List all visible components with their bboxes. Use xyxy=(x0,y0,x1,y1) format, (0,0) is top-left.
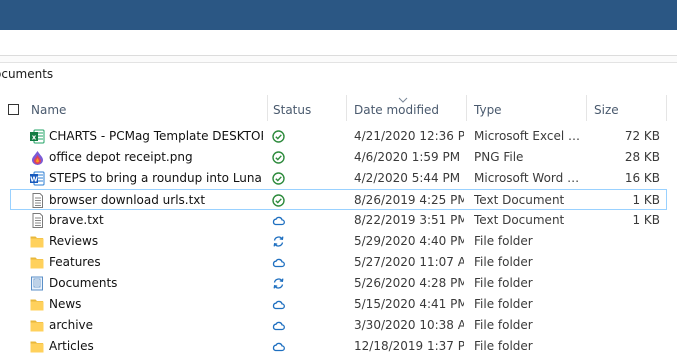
file-type: File folder xyxy=(474,276,533,290)
file-type: File folder xyxy=(474,234,533,248)
select-all-checkbox[interactable] xyxy=(8,104,19,115)
file-size xyxy=(590,294,660,315)
file-row[interactable]: brave.txt 8/22/2019 3:51 PM Text Document 1… xyxy=(0,210,677,231)
file-row[interactable]: archive 3/30/2020 10:38 AM File folder xyxy=(0,315,677,336)
file-row[interactable]: office depot receipt.png 4/6/2020 1:59 PM… xyxy=(0,147,677,168)
file-row[interactable]: News 5/15/2020 4:41 PM File folder xyxy=(0,294,677,315)
file-row[interactable]: x CHARTS - PCMag Template DESKTOPS... 4/21… xyxy=(0,126,677,147)
column-header-date-modified[interactable]: Date modified xyxy=(354,100,439,120)
file-type: File folder xyxy=(474,297,533,311)
text-file-icon xyxy=(30,213,45,228)
folder-icon xyxy=(30,318,45,333)
synced-check-icon xyxy=(272,151,285,164)
folder-icon xyxy=(30,234,45,249)
file-size: 1 KB xyxy=(632,193,660,207)
file-row[interactable]: Features 5/27/2020 11:07 AM File folder xyxy=(0,252,677,273)
folder-icon xyxy=(30,339,45,354)
cloud-only-icon xyxy=(272,319,285,332)
file-type: Text Document xyxy=(474,213,565,227)
column-divider[interactable] xyxy=(466,95,467,121)
date-modified: 8/26/2019 4:25 PM xyxy=(354,193,464,207)
file-type: Text Document xyxy=(474,193,565,207)
file-row[interactable]: W STEPS to bring a roundup into Luna.d...… xyxy=(0,168,677,189)
file-name[interactable]: archive xyxy=(49,315,263,336)
file-size: 72 KB xyxy=(624,129,660,143)
date-modified: 4/6/2020 1:59 PM xyxy=(354,150,461,164)
file-type: Microsoft Word D... xyxy=(474,171,586,185)
file-name[interactable]: CHARTS - PCMag Template DESKTOPS... xyxy=(49,126,263,147)
file-type: File folder xyxy=(474,255,533,269)
cloud-only-icon xyxy=(272,256,285,269)
address-bar-strip xyxy=(0,56,677,63)
file-type: File folder xyxy=(474,339,533,353)
text-file-icon xyxy=(30,193,45,208)
file-size xyxy=(590,231,660,252)
column-header-size[interactable]: Size xyxy=(594,100,619,120)
word-icon: W xyxy=(30,171,45,186)
file-name[interactable]: office depot receipt.png xyxy=(49,147,263,168)
file-name[interactable]: brave.txt xyxy=(49,210,263,231)
folder-icon xyxy=(30,297,45,312)
file-size xyxy=(590,252,660,273)
column-header-type[interactable]: Type xyxy=(474,100,502,120)
column-header-row: Name Status Date modified Type Size xyxy=(0,95,677,121)
excel-icon: x xyxy=(30,129,45,144)
file-type: PNG File xyxy=(474,150,524,164)
svg-text:W: W xyxy=(30,176,38,184)
folder-icon xyxy=(30,255,45,270)
file-size xyxy=(590,273,660,294)
column-divider[interactable] xyxy=(267,95,268,121)
breadcrumb[interactable]: ocuments xyxy=(0,65,294,83)
svg-text:x: x xyxy=(32,134,37,142)
image-icon xyxy=(30,150,45,165)
date-modified: 3/30/2020 10:38 AM xyxy=(354,318,464,332)
file-size: 16 KB xyxy=(624,171,660,185)
synced-check-icon xyxy=(272,172,285,185)
date-modified: 4/21/2020 12:36 PM xyxy=(354,129,464,143)
file-name[interactable]: Features xyxy=(49,252,263,273)
file-size: 28 KB xyxy=(624,150,660,164)
date-modified: 8/22/2019 3:51 PM xyxy=(354,213,464,227)
date-modified: 5/27/2020 11:07 AM xyxy=(354,255,464,269)
file-name[interactable]: browser download urls.txt xyxy=(49,190,263,211)
column-divider[interactable] xyxy=(666,95,667,121)
file-name[interactable]: News xyxy=(49,294,263,315)
column-header-status[interactable]: Status xyxy=(273,100,311,120)
file-row[interactable]: browser download urls.txt 8/26/2019 4:25 … xyxy=(10,189,667,210)
sync-pending-icon xyxy=(272,277,285,290)
cloud-only-icon xyxy=(272,214,285,227)
file-type: File folder xyxy=(474,318,533,332)
synced-check-icon xyxy=(272,194,285,207)
file-row[interactable]: Documents 5/26/2020 4:28 PM File folder xyxy=(0,273,677,294)
file-size xyxy=(590,315,660,336)
cloud-only-icon xyxy=(272,340,285,353)
file-type: Microsoft Excel W... xyxy=(474,129,586,143)
cloud-only-icon xyxy=(272,298,285,311)
date-modified: 5/29/2020 4:40 PM xyxy=(354,234,464,248)
file-name[interactable]: STEPS to bring a roundup into Luna.d... xyxy=(49,168,263,189)
documents-folder-icon xyxy=(30,276,45,291)
synced-check-icon xyxy=(272,130,285,143)
file-name[interactable]: Reviews xyxy=(49,231,263,252)
date-modified: 4/2/2020 5:44 PM xyxy=(354,171,461,185)
column-header-name[interactable]: Name xyxy=(31,100,66,120)
file-size: 1 KB xyxy=(632,213,660,227)
date-modified: 5/15/2020 4:41 PM xyxy=(354,297,464,311)
column-divider[interactable] xyxy=(586,95,587,121)
file-name[interactable]: Articles xyxy=(49,336,263,357)
file-row[interactable]: Reviews 5/29/2020 4:40 PM File folder xyxy=(0,231,677,252)
column-divider[interactable] xyxy=(346,95,347,121)
date-modified: 5/26/2020 4:28 PM xyxy=(354,276,464,290)
window-titlebar xyxy=(0,0,677,30)
sync-pending-icon xyxy=(272,235,285,248)
date-modified: 12/18/2019 1:37 PM xyxy=(354,339,464,353)
file-row[interactable]: Articles 12/18/2019 1:37 PM File folder xyxy=(0,336,677,357)
file-name[interactable]: Documents xyxy=(49,273,263,294)
file-size xyxy=(590,336,660,357)
